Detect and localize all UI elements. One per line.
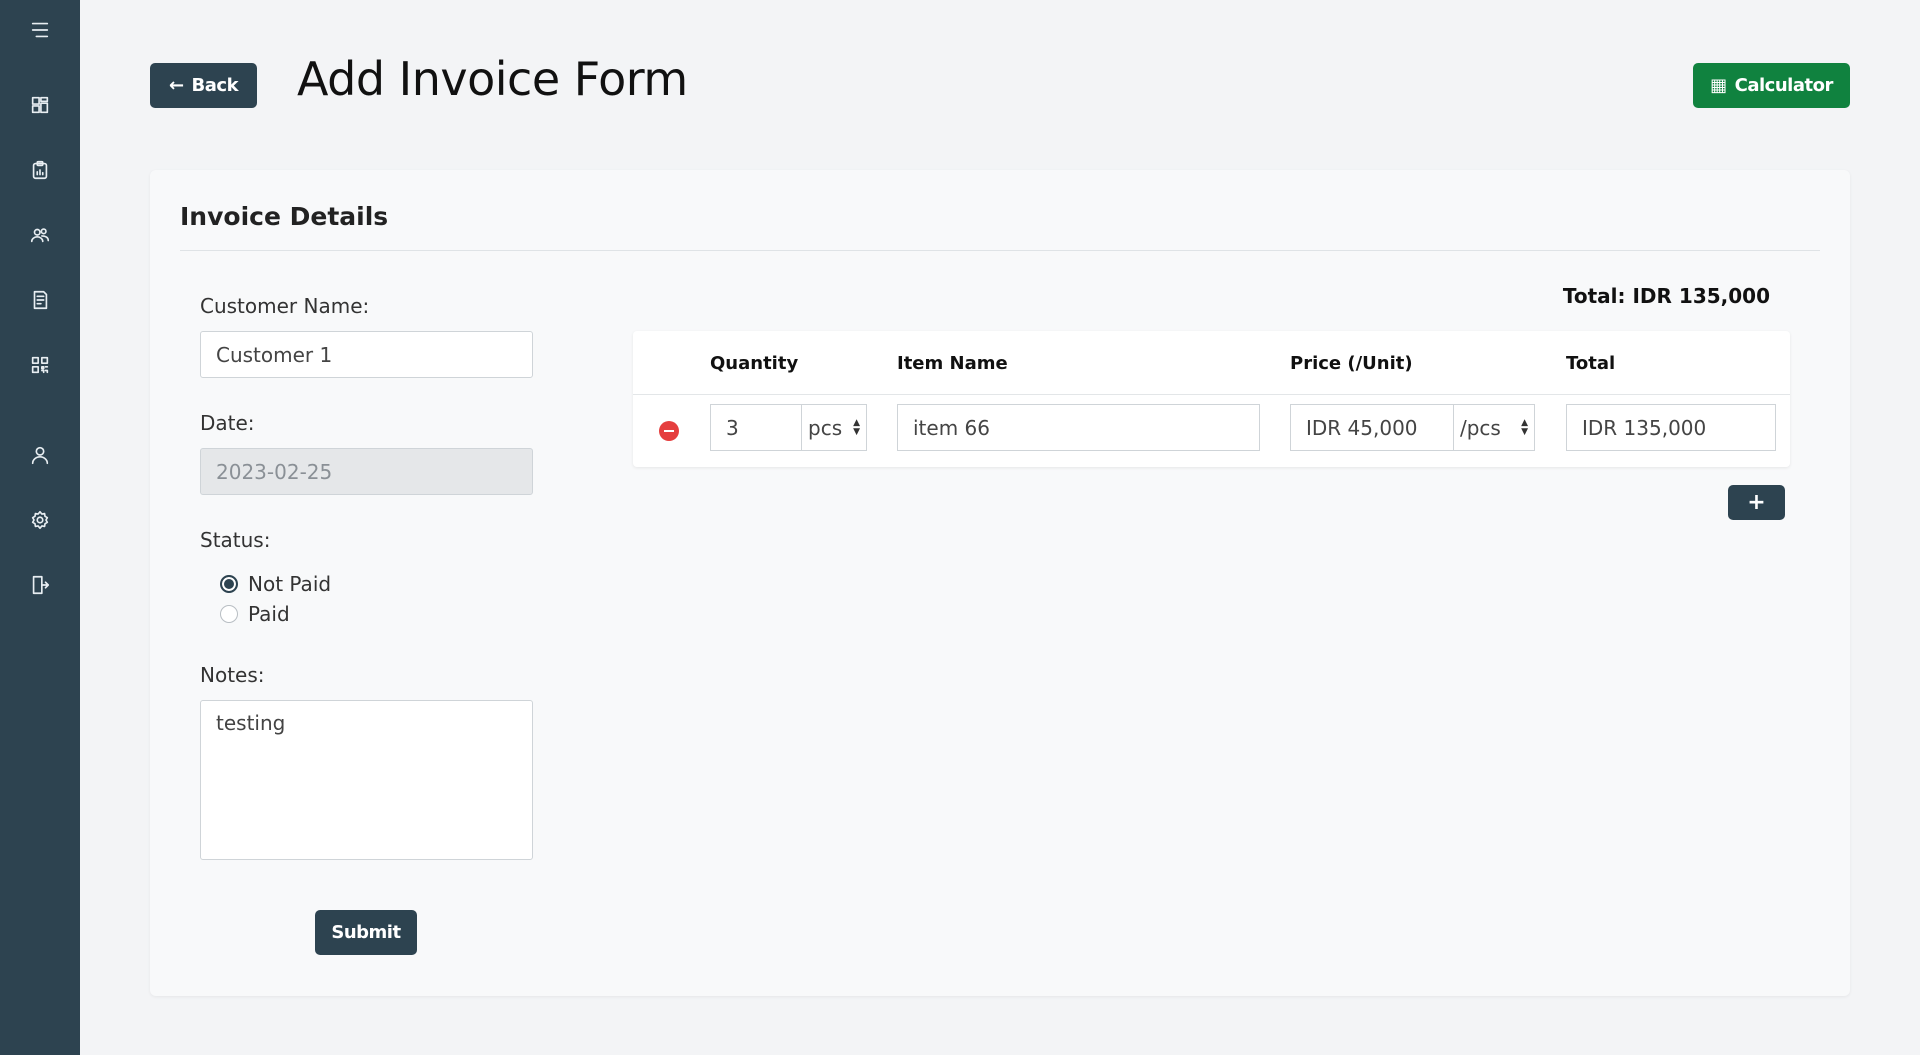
- qr-icon[interactable]: [28, 353, 52, 377]
- status-not-paid-option[interactable]: Not Paid: [220, 572, 331, 596]
- select-arrows-icon: ▲ ▼: [1521, 418, 1528, 437]
- invoice-total: Total: IDR 135,000: [1562, 284, 1770, 308]
- customer-name-input[interactable]: Customer 1: [200, 331, 533, 378]
- price-unit-value: /pcs: [1460, 415, 1501, 440]
- status-paid-option[interactable]: Paid: [220, 602, 290, 626]
- card-divider: [180, 250, 1820, 251]
- user-icon[interactable]: [28, 443, 52, 467]
- back-button-label: Back: [191, 75, 239, 96]
- calculator-icon: ▦: [1710, 75, 1727, 96]
- price-input[interactable]: IDR 45,000: [1290, 404, 1454, 451]
- status-not-paid-label: Not Paid: [248, 572, 332, 596]
- date-input: 2023-02-25: [200, 448, 533, 495]
- calculator-button[interactable]: ▦ Calculator: [1693, 63, 1850, 108]
- header-item-name: Item Name: [897, 353, 1008, 374]
- submit-button[interactable]: Submit: [315, 910, 417, 955]
- items-table: Quantity Item Name Price (/Unit) Total 3…: [633, 331, 1790, 467]
- date-label: Date:: [200, 411, 255, 435]
- users-icon[interactable]: [28, 223, 52, 247]
- header-quantity: Quantity: [710, 353, 799, 374]
- quantity-input[interactable]: 3: [710, 404, 802, 451]
- unit-select[interactable]: pcs ▲ ▼: [801, 404, 867, 451]
- status-label: Status:: [200, 528, 271, 552]
- invoice-icon[interactable]: [28, 288, 52, 312]
- calculator-button-label: Calculator: [1734, 75, 1834, 96]
- notes-label: Notes:: [200, 663, 265, 687]
- customer-name-label: Customer Name:: [200, 294, 370, 318]
- menu-icon[interactable]: [28, 18, 52, 42]
- price-unit-select[interactable]: /pcs ▲ ▼: [1453, 404, 1535, 451]
- radio-checked-icon[interactable]: [220, 575, 238, 593]
- back-button[interactable]: ← Back: [150, 63, 257, 108]
- logout-icon[interactable]: [28, 573, 52, 597]
- add-item-button[interactable]: +: [1728, 485, 1785, 520]
- select-arrows-icon: ▲ ▼: [853, 418, 860, 437]
- header-price: Price (/Unit): [1290, 353, 1413, 374]
- invoice-details-card: Invoice Details Customer Name: Customer …: [150, 170, 1850, 996]
- table-header-divider: [633, 394, 1790, 395]
- unit-select-value: pcs: [808, 415, 843, 440]
- item-name-input[interactable]: item 66: [897, 404, 1260, 451]
- dashboard-icon[interactable]: [28, 93, 52, 117]
- clipboard-icon[interactable]: [28, 158, 52, 182]
- radio-unchecked-icon[interactable]: [220, 605, 238, 623]
- arrow-left-icon: ←: [168, 75, 184, 96]
- sidebar: [0, 0, 80, 1055]
- remove-row-icon[interactable]: [659, 421, 679, 441]
- page-title: Add Invoice Form: [297, 52, 688, 106]
- settings-icon[interactable]: [28, 508, 52, 532]
- row-total-input: IDR 135,000: [1566, 404, 1776, 451]
- card-title: Invoice Details: [180, 202, 389, 231]
- status-paid-label: Paid: [248, 602, 290, 626]
- header-total: Total: [1566, 353, 1616, 374]
- notes-textarea[interactable]: testing: [200, 700, 533, 860]
